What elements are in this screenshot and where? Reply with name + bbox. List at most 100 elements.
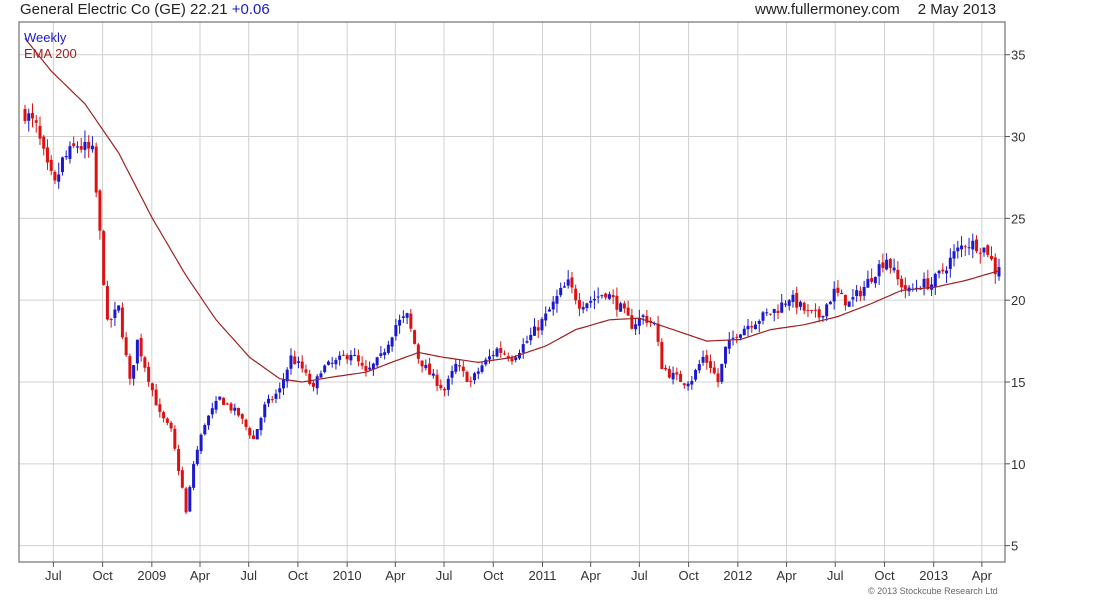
candle-body	[484, 359, 488, 365]
candle	[315, 374, 319, 395]
candle-body	[967, 247, 971, 249]
candle	[694, 368, 698, 382]
candle	[281, 373, 285, 396]
x-tick-label: 2012	[723, 568, 752, 583]
candle	[90, 136, 94, 153]
candle	[420, 360, 424, 373]
candle-body	[757, 321, 761, 324]
candle-body	[724, 346, 728, 364]
candle	[750, 321, 754, 333]
candle-body	[581, 307, 585, 310]
candle	[930, 276, 934, 297]
candle-body	[847, 301, 851, 307]
candle-body	[319, 373, 323, 378]
candle-body	[510, 358, 514, 362]
candle	[772, 308, 776, 322]
candle	[72, 136, 76, 149]
candle	[862, 280, 866, 301]
candle-body	[128, 356, 132, 379]
candle-body	[308, 373, 312, 384]
candle	[911, 283, 915, 292]
candle	[716, 368, 720, 388]
candle-body	[821, 315, 825, 318]
candle-body	[30, 113, 34, 119]
candle-body	[975, 239, 979, 252]
candle	[308, 369, 312, 386]
x-tick-label: Apr	[972, 568, 993, 583]
candle	[192, 461, 196, 491]
candle-body	[274, 393, 278, 399]
candle	[252, 430, 256, 440]
candle	[476, 367, 480, 380]
candle-body	[177, 449, 181, 471]
candle	[892, 258, 896, 273]
candle-body	[458, 365, 462, 367]
candle	[982, 247, 986, 257]
candle-body	[495, 348, 499, 357]
candle-body	[244, 419, 248, 427]
candle	[499, 341, 503, 358]
candle	[135, 339, 139, 371]
candle	[323, 364, 327, 374]
candle-body	[731, 337, 735, 339]
candle-body	[948, 257, 952, 269]
candle-body	[60, 157, 64, 173]
candle	[162, 410, 166, 423]
candle	[289, 348, 293, 375]
candle	[68, 141, 72, 164]
y-tick-label: 35	[1011, 48, 1025, 63]
candle-body	[173, 428, 177, 449]
candle-body	[630, 315, 634, 329]
candle	[847, 301, 851, 308]
candle	[218, 396, 222, 401]
candle	[87, 135, 91, 158]
candle	[937, 269, 941, 279]
candle	[165, 417, 169, 426]
candle-body	[375, 357, 379, 366]
candle	[195, 446, 199, 466]
candle	[458, 358, 462, 372]
candle	[488, 349, 492, 364]
candle-body	[233, 407, 237, 411]
x-tick-label: Apr	[385, 568, 406, 583]
candle	[147, 361, 151, 387]
candle	[222, 397, 226, 406]
candle-body	[780, 302, 784, 313]
candle	[439, 379, 443, 391]
candle-body	[986, 245, 990, 255]
candle-body	[169, 422, 173, 429]
candle-body	[240, 414, 244, 419]
candle-body	[210, 408, 214, 415]
candle	[907, 285, 911, 296]
candle	[555, 289, 559, 313]
candle	[828, 300, 832, 305]
candle-body	[735, 336, 739, 338]
y-tick-label: 10	[1011, 457, 1025, 472]
candle	[113, 301, 117, 326]
candle	[858, 286, 862, 302]
candle-body	[401, 316, 405, 318]
candle-body	[855, 290, 859, 297]
candle	[79, 137, 83, 153]
candle	[60, 156, 64, 176]
candle-body	[615, 295, 619, 310]
candle	[727, 332, 731, 354]
candle	[607, 291, 611, 301]
candle	[64, 150, 68, 160]
candle	[124, 332, 128, 357]
candle-body	[87, 141, 91, 149]
candle-body	[113, 309, 117, 319]
candle-body	[165, 418, 169, 423]
candle-body	[765, 312, 769, 314]
candle	[802, 301, 806, 315]
candle-body	[405, 313, 409, 318]
candle	[120, 302, 124, 340]
candle	[368, 361, 372, 371]
candle	[199, 433, 203, 454]
candle-body	[727, 339, 731, 349]
candle	[952, 244, 956, 267]
candle	[338, 351, 342, 366]
candle	[956, 240, 960, 259]
candle-body	[117, 305, 121, 311]
x-tick-label: Oct	[288, 568, 309, 583]
